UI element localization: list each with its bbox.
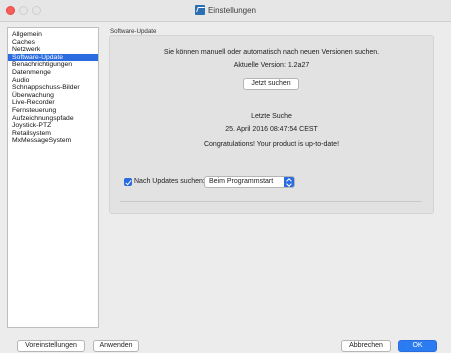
sidebar-item-retailsystem[interactable]: Retailsystem	[8, 130, 98, 138]
window-title-group: Einstellungen	[0, 5, 451, 15]
app-icon	[194, 5, 205, 15]
last-search-date: 25. April 2016 08:47:54 CEST	[225, 126, 318, 133]
sidebar-item-datenmenge[interactable]: Datenmenge	[8, 69, 98, 77]
sidebar-item-aufzeichnungspfade[interactable]: Aufzeichnungspfade	[8, 115, 98, 123]
section-title: Software-Update	[110, 28, 157, 35]
sidebar-item-joystick-ptz[interactable]: Joystick-PTZ	[8, 122, 98, 130]
update-frequency-value: Beim Programmstart	[209, 178, 274, 185]
current-version-text: Aktuelle Version: 1.2a27	[233, 62, 310, 69]
cancel-button[interactable]: Abbrechen	[341, 340, 391, 352]
select-arrows-icon	[284, 177, 294, 187]
apply-button[interactable]: Anwenden	[93, 340, 139, 352]
sidebar-item-mxmessagesystem[interactable]: MxMessageSystem	[8, 137, 98, 145]
sidebar-item-fernsteuerung[interactable]: Fernsteuerung	[8, 107, 98, 115]
sidebar-item-caches[interactable]: Caches	[8, 39, 98, 47]
info-text: Sie können manuell oder automatisch nach…	[163, 49, 380, 56]
ok-button[interactable]: OK	[398, 340, 437, 352]
auto-update-label: Nach Updates suchen:	[134, 178, 205, 185]
sidebar-item-netzwerk[interactable]: Netzwerk	[8, 46, 98, 54]
sidebar-item-audio[interactable]: Audio	[8, 77, 98, 85]
status-message: Congratulations! Your product is up-to-d…	[203, 141, 340, 148]
window-title: Einstellungen	[207, 6, 257, 15]
sidebar-item-schnappschuss-bilder[interactable]: Schnappschuss-Bilder	[8, 84, 98, 92]
auto-update-checkbox[interactable]	[124, 178, 132, 186]
settings-category-list[interactable]: Allgemein Caches Netzwerk Software-Update Be…	[7, 27, 99, 328]
defaults-button[interactable]: Voreinstellungen	[17, 340, 85, 352]
title-bar: Einstellungen	[0, 0, 451, 22]
sidebar-item-benachrichtigungen[interactable]: Benachrichtigungen	[8, 61, 98, 69]
update-frequency-select[interactable]: Beim Programmstart	[204, 176, 295, 188]
search-now-button[interactable]: Jetzt suchen	[243, 78, 299, 90]
sidebar-item-live-recorder[interactable]: Live-Recorder	[8, 99, 98, 107]
sidebar-item-software-update[interactable]: Software-Update	[8, 53, 98, 62]
last-search-label: Letzte Suche	[251, 113, 292, 120]
sidebar-item-allgemein[interactable]: Allgemein	[8, 31, 98, 39]
divider	[120, 201, 422, 202]
sidebar-item-überwachung[interactable]: Überwachung	[8, 92, 98, 100]
